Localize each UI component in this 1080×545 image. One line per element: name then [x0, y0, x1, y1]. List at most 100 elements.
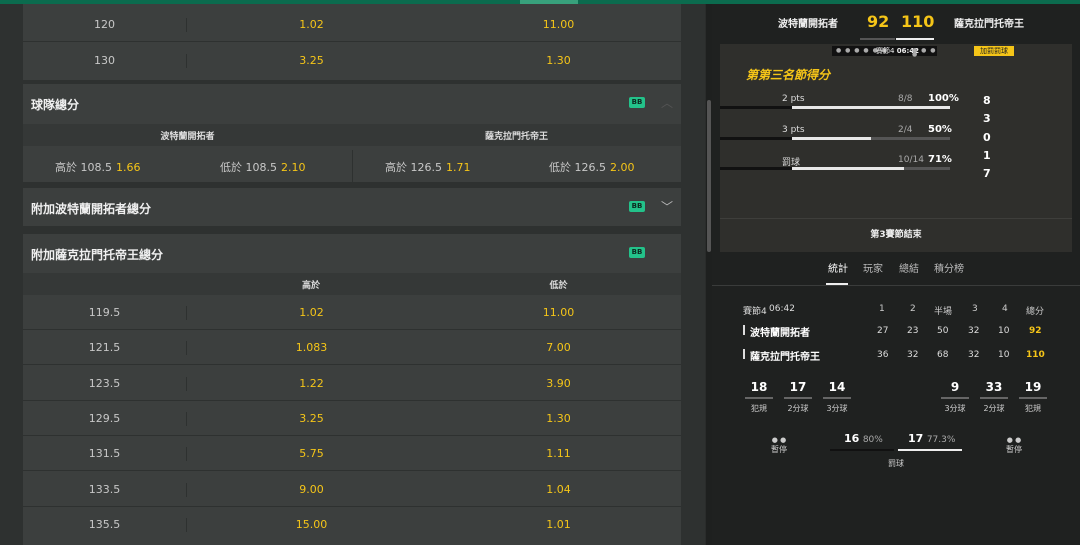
col-q4: 4: [1002, 304, 1008, 314]
total-score: 110: [1026, 350, 1045, 360]
ft-left: 16 80%: [844, 432, 883, 445]
table-row: 119.5 1.02 11.00: [23, 296, 681, 330]
odds-label: 高於 108.5: [55, 161, 112, 174]
under-odds[interactable]: 1.30: [436, 54, 681, 67]
line-value: 130: [94, 54, 115, 67]
tab-players[interactable]: 玩家: [863, 260, 883, 275]
odds-button[interactable]: 高於 108.5 1.66: [55, 159, 141, 175]
over-odds[interactable]: 1.02: [186, 18, 436, 32]
table-row: 131.5 5.75 1.11: [23, 437, 681, 471]
odds-label: 低於 108.5: [220, 161, 277, 174]
over-odds[interactable]: 5.75: [186, 447, 436, 461]
chevron-up-icon[interactable]: ︿: [661, 94, 673, 111]
extra-blazers-header[interactable]: 附加波特蘭開拓者總分 BB ﹀: [23, 188, 681, 226]
stat-number: 18: [750, 380, 768, 394]
scrollbar-thumb[interactable]: [707, 100, 711, 252]
over-odds[interactable]: 1.22: [186, 377, 436, 391]
line-value: 129.5: [88, 412, 121, 425]
ft-bar-left: [830, 449, 894, 451]
q1-score: 36: [877, 350, 889, 360]
stat-bar: [792, 106, 950, 109]
under-odds[interactable]: 11.00: [436, 18, 681, 31]
table-row: 129.5 3.25 1.30: [23, 402, 681, 436]
score-header: 波特蘭開拓者 92 110 薩克拉門托帝王: [712, 4, 1080, 44]
under-odds[interactable]: 1.04: [436, 483, 681, 496]
penalty-badge: 加罰罰球: [974, 46, 1014, 56]
section-title[interactable]: 球隊總分: [31, 96, 79, 113]
odds-value: 2.00: [610, 161, 635, 174]
over-odds[interactable]: 9.00: [186, 483, 436, 497]
timeout-label: 暫停: [771, 445, 787, 454]
right-number: 0: [983, 131, 991, 144]
table-row: 135.5 15.00 1.01: [23, 508, 681, 542]
box-score-header: 賽節4 06:42 1 2 半場 3 4 總分: [712, 304, 1080, 324]
team-name: 薩克拉門托帝王: [750, 352, 820, 363]
live-scoreboard: 波特蘭開拓者 92 110 薩克拉門托帝王 ● ● ● ● ● ● 賽節4 06…: [712, 4, 1080, 545]
over-odds[interactable]: 1.083: [186, 341, 436, 355]
stat-label: 3 pts: [782, 125, 805, 135]
team-marker: [743, 349, 745, 359]
line-value: 131.5: [88, 447, 121, 460]
over-odds[interactable]: 15.00: [186, 518, 436, 532]
over-odds[interactable]: 3.25: [186, 412, 436, 426]
total-score: 92: [1029, 326, 1042, 336]
stat-underline: [784, 397, 812, 399]
over-odds[interactable]: 1.02: [186, 306, 436, 320]
away-score: 110: [901, 12, 935, 31]
team-marker: [743, 325, 745, 335]
timeout-dots: ● ●: [1006, 436, 1022, 444]
stat-block: 33 2分球: [979, 380, 1009, 414]
stat-underline: [745, 397, 773, 399]
tab-summary[interactable]: 總結: [899, 260, 919, 275]
bet-builder-badge: BB: [629, 97, 645, 108]
odds-button[interactable]: 低於 108.5 2.10: [220, 159, 306, 175]
table-row: 123.5 1.22 3.90: [23, 367, 681, 401]
team-name: 波特蘭開拓者: [750, 328, 810, 339]
under-odds[interactable]: 3.90: [436, 377, 681, 390]
under-odds[interactable]: 11.00: [436, 306, 681, 319]
total-points-panel: 120 1.02 11.00 130 3.25 1.30: [23, 4, 681, 80]
home-score: 92: [867, 12, 890, 31]
divider: [720, 218, 1072, 219]
stat-underline: [980, 397, 1008, 399]
divider: [352, 150, 353, 182]
stat-label: 2分球: [787, 404, 809, 413]
tab-stats[interactable]: 統計: [828, 260, 848, 275]
stat-fraction: 2/4: [898, 125, 913, 135]
team1-header: 波特蘭開拓者: [160, 132, 215, 142]
stat-block: 18 犯規: [744, 380, 774, 414]
stat-label: 2 pts: [782, 94, 805, 104]
stat-percent: 71%: [928, 154, 952, 165]
section-title[interactable]: 附加薩克拉門托帝王總分: [31, 246, 163, 263]
table-row: 121.5 1.083 7.00: [23, 331, 681, 365]
ft-right-number: 17: [908, 432, 924, 445]
ft-right-percent: 77.3%: [926, 435, 956, 445]
active-tab-indicator: [826, 283, 848, 285]
q2-score: 23: [907, 326, 919, 336]
under-odds[interactable]: 1.30: [436, 412, 681, 425]
odds-value: 1.71: [446, 161, 471, 174]
col-total: 總分: [1026, 307, 1045, 317]
under-odds[interactable]: 7.00: [436, 341, 681, 354]
stat-number: 33: [985, 380, 1003, 394]
team-header-row: 波特蘭開拓者 薩克拉門托帝王: [23, 124, 681, 146]
over-header: 高於: [301, 281, 320, 291]
quarter-label: 賽節4: [743, 307, 767, 317]
odds-button[interactable]: 低於 126.5 2.00: [549, 159, 635, 175]
over-odds[interactable]: 3.25: [186, 54, 436, 68]
stat-label: 3分球: [944, 404, 966, 413]
ft-label: 罰球: [888, 459, 904, 468]
quarter-end-text: 第3賽節結束: [870, 230, 922, 240]
odds-button[interactable]: 高於 126.5 1.71: [385, 159, 471, 175]
tab-standings[interactable]: 積分榜: [934, 260, 964, 275]
right-number: 8: [983, 94, 991, 107]
extra-kings-panel: 附加薩克拉門托帝王總分 BB 高於 低於 119.5 1.02 11.00 121.…: [23, 234, 681, 545]
under-odds[interactable]: 1.01: [436, 518, 681, 531]
quarter: 賽節4: [876, 47, 895, 55]
under-odds[interactable]: 1.11: [436, 447, 681, 460]
stat-percent: 100%: [928, 93, 959, 104]
timeout-label: 暫停: [1006, 445, 1022, 454]
clock-label: 06:42: [769, 304, 795, 314]
chevron-down-icon[interactable]: ﹀: [661, 198, 673, 215]
col-q3: 3: [972, 304, 978, 314]
